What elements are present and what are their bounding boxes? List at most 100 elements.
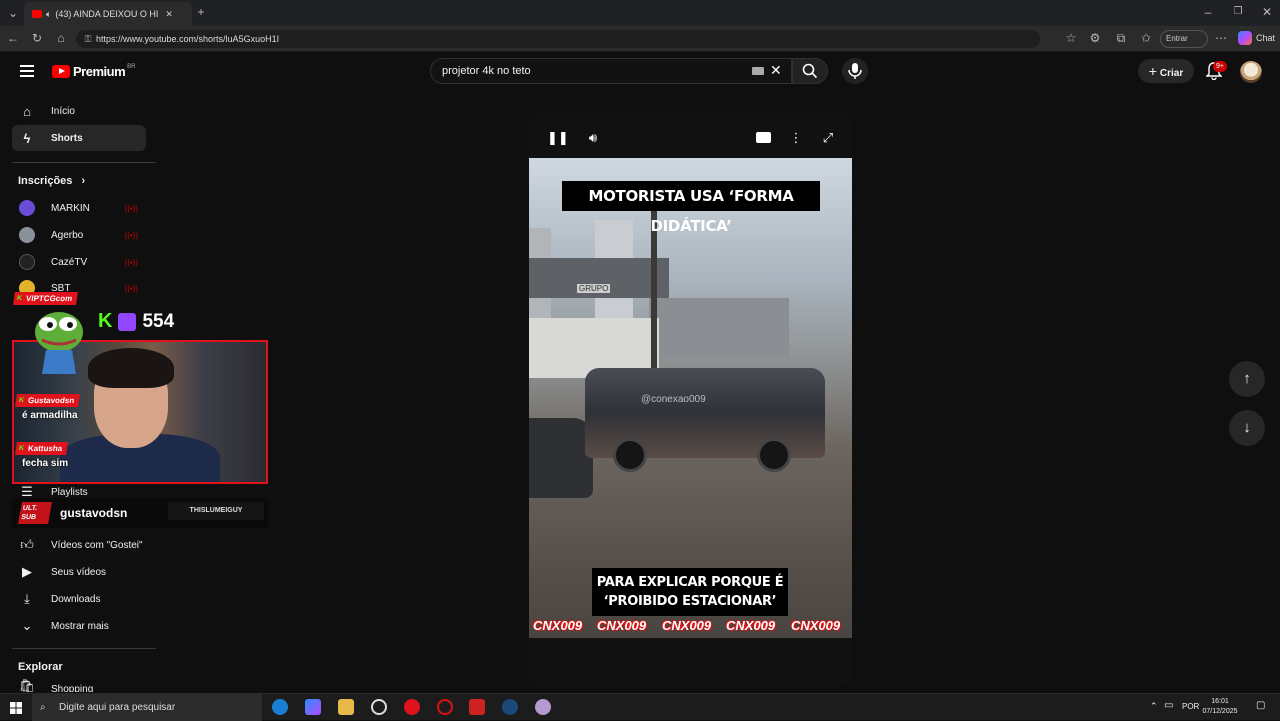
opera-icon[interactable] xyxy=(437,699,453,715)
channel-avatar xyxy=(19,227,35,243)
sidebar-item-shopping[interactable]: 🛍︎ Shopping xyxy=(12,678,146,692)
your-videos-icon: ▶ xyxy=(22,564,32,579)
tab-close-icon[interactable]: ✕ xyxy=(165,9,173,20)
account-avatar[interactable] xyxy=(1240,61,1262,83)
streamer-hair xyxy=(88,348,174,388)
chat-button[interactable]: Chat xyxy=(1238,31,1275,45)
notification-count-badge: 9+ xyxy=(1213,61,1227,72)
building xyxy=(649,298,789,358)
windows-start-icon[interactable] xyxy=(10,702,22,714)
minimize-icon[interactable]: – xyxy=(1201,5,1215,19)
file-explorer-icon[interactable] xyxy=(338,699,354,715)
favorites-icon[interactable]: ✩ xyxy=(1139,31,1153,45)
speaker-icon[interactable]: 🔈︎ xyxy=(46,9,51,20)
youtube-premium-logo[interactable]: Premium BR xyxy=(52,64,135,79)
clear-search-icon[interactable]: ✕ xyxy=(770,62,782,79)
app-icon[interactable] xyxy=(535,699,551,715)
sidebar-item-liked-videos[interactable]: 👍︎ Vídeos com "Gostei" xyxy=(12,532,146,558)
sidebar-item-label: Shorts xyxy=(51,132,83,144)
kick-logo-icon: K xyxy=(98,310,113,332)
sidebar-item-inicio[interactable]: ⌂ Início xyxy=(12,98,146,124)
previous-short-button[interactable]: ↑ xyxy=(1229,361,1265,397)
sidebar-item-show-more[interactable]: ⌄ Mostrar mais xyxy=(12,613,146,639)
new-tab-icon[interactable]: + xyxy=(194,5,208,19)
tab-title: (43) AINDA DEIXOU O HILUX xyxy=(55,9,159,19)
window-close-icon[interactable]: ✕ xyxy=(1260,5,1274,19)
back-icon[interactable]: ← xyxy=(6,31,20,45)
next-short-button[interactable]: ↓ xyxy=(1229,410,1265,446)
favorite-star-icon[interactable]: ☆ xyxy=(1064,31,1078,45)
reload-icon[interactable]: ↻ xyxy=(30,31,44,45)
cnx-logo: CNX009 xyxy=(597,618,647,633)
chat-user-tag: Gustavodsn xyxy=(15,394,81,407)
taskbar-search-input[interactable]: ⌕ Digite aqui para pesquisar xyxy=(32,694,262,721)
sidebar-channel-markin[interactable]: MARKIN ((•)) xyxy=(12,195,146,221)
maximize-icon[interactable]: ❐ xyxy=(1231,5,1245,19)
channel-name: MARKIN xyxy=(51,202,90,214)
subscriptions-heading[interactable]: Inscrições › xyxy=(18,175,85,187)
tray-chevron-icon[interactable]: ⌃ xyxy=(1150,701,1158,712)
streamer-name: gustavodsn xyxy=(60,506,128,520)
taskbar-search-placeholder: Digite aqui para pesquisar xyxy=(59,702,176,713)
network-icon[interactable]: ▭ xyxy=(1164,700,1173,711)
cnx-logo: CNX009 xyxy=(726,618,776,633)
building-sign: GRUPO xyxy=(577,284,611,293)
sidebar-channel-cazetv[interactable]: CazéTV ((•)) xyxy=(12,249,146,275)
video-frame[interactable]: GRUPO @conexao009 MOTORISTA USA ‘FORMA D… xyxy=(529,158,852,638)
chat-message: é armadilha xyxy=(22,410,78,421)
shorts-player[interactable]: ❚❚ 🔊︎ ⋮ ⤢ GRUPO @conexao009 MOTORISTA US… xyxy=(529,112,852,686)
youtube-favicon-icon xyxy=(32,10,42,18)
volume-icon[interactable]: 🔊︎ xyxy=(585,130,601,146)
sidebar-item-downloads[interactable]: ⤓ Downloads xyxy=(12,586,146,612)
windows-taskbar: ⌕ Digite aqui para pesquisar ⌃ ▭ POR 16:… xyxy=(0,693,1280,721)
search-input[interactable]: projetor 4k no teto xyxy=(430,58,792,84)
sidebar-item-label: Shopping xyxy=(51,684,94,692)
tab-list-icon[interactable]: ⌄ xyxy=(6,6,20,20)
url-field[interactable]: https://www.youtube.com/shorts/luA5GxuoH… xyxy=(76,30,1040,48)
live-indicator-icon: ((•)) xyxy=(124,203,138,213)
taskbar-clock[interactable]: 16:01 07/12/2025 xyxy=(1200,697,1240,717)
explore-heading: Explorar xyxy=(18,661,63,673)
viewer-counter: K 554 xyxy=(98,310,174,333)
sidebar-item-shorts[interactable]: ϟ Shorts xyxy=(12,125,146,151)
home-browser-icon[interactable]: ⌂ xyxy=(54,31,68,45)
fullscreen-icon[interactable]: ⤢ xyxy=(820,130,836,146)
search-button[interactable] xyxy=(792,58,828,84)
plus-icon: + xyxy=(1148,63,1157,79)
sidebar-channel-agerbo[interactable]: Agerbo ((•)) xyxy=(12,222,146,248)
caption-line-2: ‘PROIBIDO ESTACIONAR’ xyxy=(603,594,777,609)
app-icon[interactable] xyxy=(469,699,485,715)
home-icon: ⌂ xyxy=(23,103,31,119)
profile-login-button[interactable]: Entrar xyxy=(1160,30,1208,48)
app-icon[interactable] xyxy=(371,699,387,715)
extensions-icon[interactable]: ⚙ xyxy=(1088,31,1102,45)
more-vert-icon[interactable]: ⋮ xyxy=(788,130,804,146)
steam-icon[interactable] xyxy=(502,699,518,715)
youtube-play-logo-icon xyxy=(52,65,70,78)
voice-search-button[interactable] xyxy=(842,58,868,84)
parked-car xyxy=(529,418,593,498)
chat-message: fecha sim xyxy=(22,458,69,469)
sidebar-item-your-videos[interactable]: ▶ Seus vídeos xyxy=(12,559,146,585)
media-player-icon[interactable] xyxy=(404,699,420,715)
lock-icon[interactable]: ⚿ xyxy=(81,32,95,46)
notification-center-icon[interactable]: ▢ xyxy=(1256,700,1265,711)
keyboard-icon[interactable] xyxy=(752,67,764,75)
create-label: Criar xyxy=(1159,68,1184,79)
arrow-down-icon: ↓ xyxy=(1243,419,1251,436)
browser-tab[interactable]: 🔈︎ (43) AINDA DEIXOU O HILUX ✕ xyxy=(24,2,192,26)
search-icon xyxy=(802,63,818,79)
chevron-down-icon: ⌄ xyxy=(21,618,33,633)
collections-icon[interactable]: ⧉ xyxy=(1114,31,1128,45)
input-language[interactable]: POR xyxy=(1182,702,1199,711)
pause-icon[interactable]: ❚❚ xyxy=(547,130,569,146)
chat-label: Chat xyxy=(1256,33,1276,43)
menu-icon[interactable] xyxy=(20,65,34,77)
video-caption-bottom: PARA EXPLICAR PORQUE É ‘PROIBIDO ESTACIO… xyxy=(592,568,788,616)
captions-icon[interactable] xyxy=(755,130,771,146)
more-options-icon[interactable]: ⋯ xyxy=(1214,31,1228,45)
create-button[interactable]: + Criar xyxy=(1138,59,1194,83)
live-indicator-icon: ((•)) xyxy=(124,230,138,240)
copilot-app-icon[interactable] xyxy=(305,699,321,715)
edge-icon[interactable] xyxy=(272,699,288,715)
